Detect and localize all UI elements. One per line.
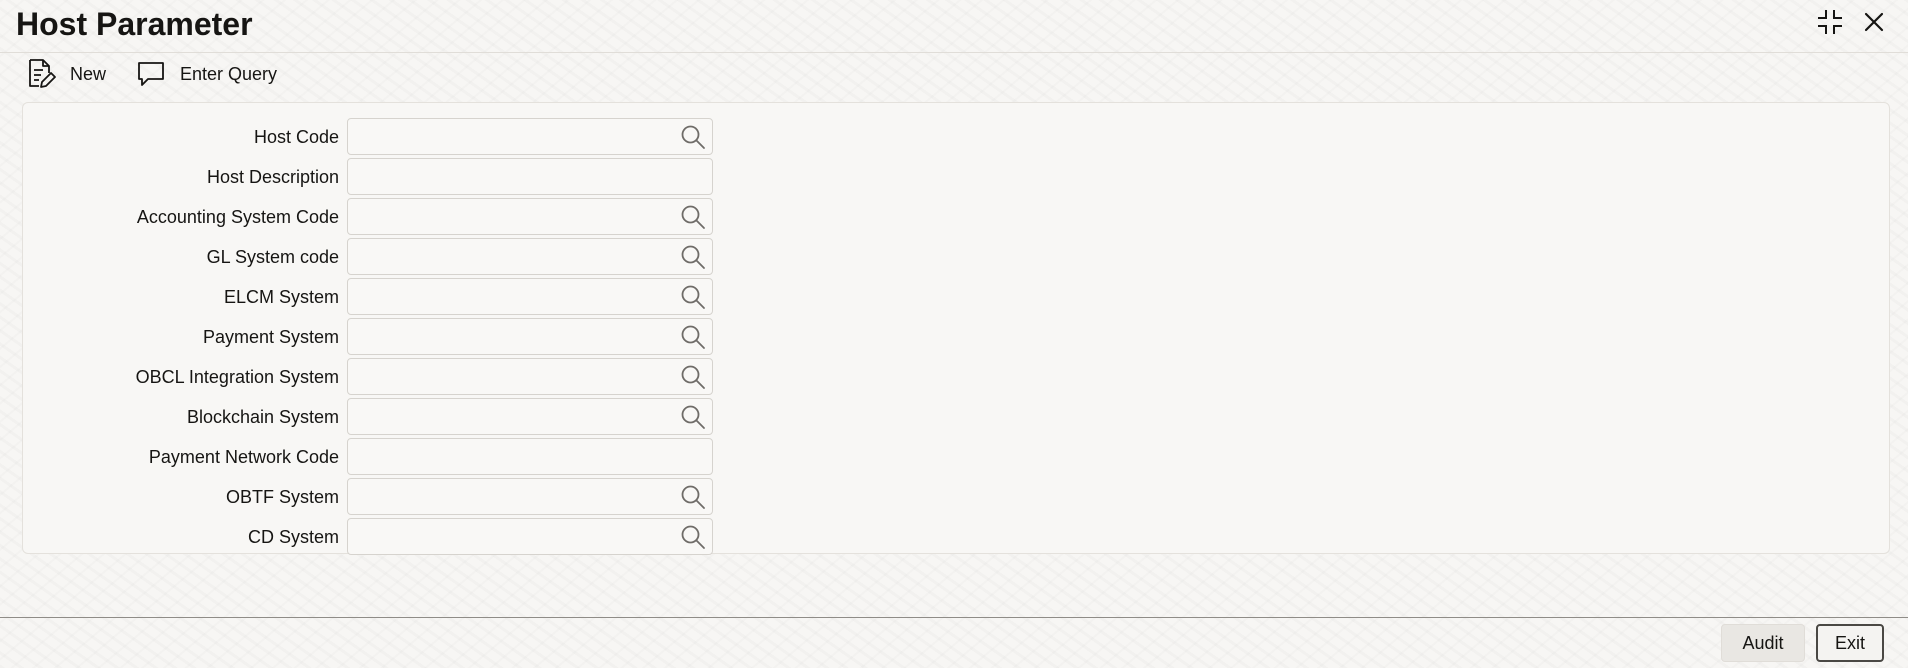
payment-system-input[interactable] — [348, 319, 668, 354]
restore-button[interactable] — [1814, 6, 1846, 38]
search-icon[interactable] — [680, 244, 706, 270]
host-description-label: Host Description — [206, 167, 339, 187]
obtf-system-label: OBTF System — [225, 487, 339, 507]
obcl-integration-system-label: OBCL Integration System — [135, 367, 339, 387]
payment-network-code-row: Payment Network Code — [23, 438, 743, 476]
host-description-row: Host Description — [23, 158, 743, 196]
payment-network-code-input[interactable] — [348, 439, 668, 474]
header-divider — [0, 52, 1908, 53]
elcm-system-box — [347, 278, 713, 315]
gl-system-code-label: GL System code — [206, 247, 339, 267]
obcl-integration-system-row: OBCL Integration System — [23, 358, 743, 396]
accounting-system-code-input[interactable] — [348, 199, 668, 234]
close-icon — [1864, 12, 1884, 32]
host-description-input[interactable] — [348, 159, 668, 194]
payment-network-code-label: Payment Network Code — [148, 447, 339, 467]
host-code-row: Host Code — [23, 118, 743, 156]
payment-system-box — [347, 318, 713, 355]
elcm-system-row: ELCM System — [23, 278, 743, 316]
search-icon[interactable] — [680, 204, 706, 230]
obcl-integration-system-input[interactable] — [348, 359, 668, 394]
close-button[interactable] — [1858, 6, 1890, 38]
obtf-system-row: OBTF System — [23, 478, 743, 516]
page-title: Host Parameter — [16, 6, 253, 42]
toolbar: New Enter Query — [26, 56, 277, 92]
search-icon[interactable] — [680, 524, 706, 550]
new-button-label: New — [70, 63, 107, 84]
host-parameter-form: Host Code Host Description Accounting Sy… — [22, 102, 1890, 556]
search-icon[interactable] — [680, 484, 706, 510]
obtf-system-box — [347, 478, 713, 515]
cd-system-row: CD System — [23, 518, 743, 556]
cd-system-input[interactable] — [348, 519, 668, 554]
new-button[interactable]: New — [26, 58, 106, 90]
search-icon[interactable] — [680, 124, 706, 150]
accounting-system-code-row: Accounting System Code — [23, 198, 743, 236]
blockchain-system-input[interactable] — [348, 399, 668, 434]
elcm-system-input[interactable] — [348, 279, 668, 314]
obcl-integration-system-box — [347, 358, 713, 395]
payment-network-code-box — [347, 438, 713, 475]
gl-system-code-input[interactable] — [348, 239, 668, 274]
gl-system-code-row: GL System code — [23, 238, 743, 276]
host-code-input[interactable] — [348, 119, 668, 154]
blockchain-system-box — [347, 398, 713, 435]
exit-button[interactable]: Exit — [1816, 624, 1884, 662]
search-icon[interactable] — [680, 284, 706, 310]
cd-system-box — [347, 518, 713, 555]
audit-button[interactable]: Audit — [1721, 624, 1805, 662]
search-icon[interactable] — [680, 364, 706, 390]
cd-system-label: CD System — [247, 527, 339, 547]
blockchain-system-row: Blockchain System — [23, 398, 743, 436]
accounting-system-code-label: Accounting System Code — [136, 207, 339, 227]
enter-query-button-label: Enter Query — [180, 63, 278, 84]
search-icon[interactable] — [680, 324, 706, 350]
window-controls — [1814, 6, 1890, 38]
host-code-label: Host Code — [253, 127, 339, 147]
search-icon[interactable] — [680, 404, 706, 430]
speech-bubble-icon — [138, 62, 164, 86]
footer-divider — [0, 617, 1908, 618]
host-description-box — [347, 158, 713, 195]
restore-icon — [1818, 10, 1842, 34]
payment-system-label: Payment System — [202, 327, 339, 347]
enter-query-button[interactable]: Enter Query — [136, 60, 277, 88]
accounting-system-code-box — [347, 198, 713, 235]
obtf-system-input[interactable] — [348, 479, 668, 514]
payment-system-row: Payment System — [23, 318, 743, 356]
blockchain-system-label: Blockchain System — [186, 407, 339, 427]
host-code-box — [347, 118, 713, 155]
elcm-system-label: ELCM System — [223, 287, 339, 307]
document-edit-icon — [29, 59, 56, 88]
gl-system-code-box — [347, 238, 713, 275]
